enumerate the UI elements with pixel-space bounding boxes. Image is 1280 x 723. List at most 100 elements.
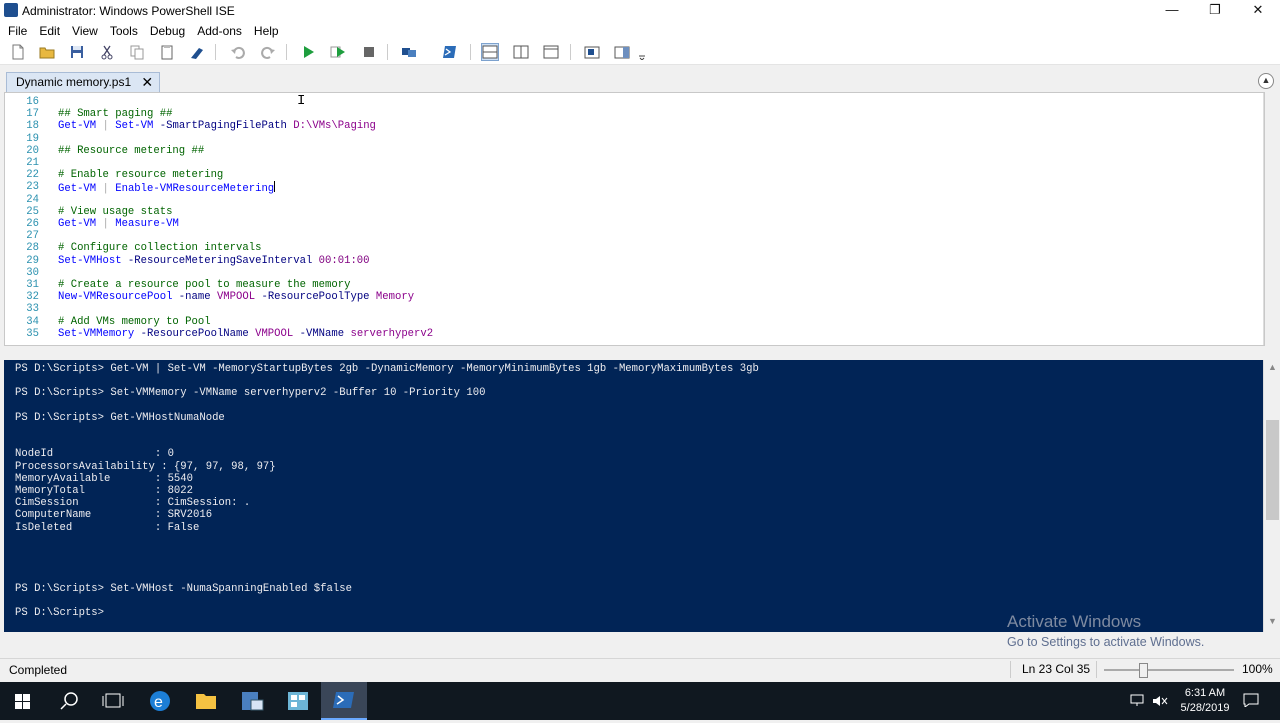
code-token: Enable-VMResourceMetering <box>115 183 275 196</box>
line-number: 16 <box>26 96 39 108</box>
edge-icon[interactable]: e <box>137 682 183 720</box>
window-title: Administrator: Windows PowerShell ISE <box>22 4 235 18</box>
toolbar-overflow-icon[interactable] <box>638 44 646 61</box>
taskbar: e 6:31 AM 5/28/2019 <box>0 682 1280 720</box>
search-icon[interactable] <box>46 682 92 720</box>
clear-console-icon[interactable] <box>189 44 205 60</box>
console-line: MemoryTotal : 8022 <box>15 485 194 497</box>
menu-edit[interactable]: Edit <box>33 22 66 38</box>
console-line: ComputerName : SRV2016 <box>15 509 213 522</box>
zoom-slider[interactable] <box>1104 663 1234 678</box>
activate-windows-subtitle: Go to Settings to activate Windows. <box>1007 635 1205 649</box>
volume-muted-icon[interactable] <box>1152 694 1168 708</box>
menu-tools[interactable]: Tools <box>104 22 144 38</box>
start-powershell-icon[interactable] <box>442 44 458 60</box>
new-remote-tab-icon[interactable] <box>401 44 417 60</box>
close-button[interactable]: ✕ <box>1236 0 1280 22</box>
console-scroll-up-icon[interactable]: ▲ <box>1268 362 1277 372</box>
redo-icon[interactable] <box>260 44 276 60</box>
code-text: # Enable resource metering <box>58 169 223 181</box>
menu-debug[interactable]: Debug <box>144 22 191 38</box>
code-text: Get-VM | Set-VM -SmartPagingFilePath D:\… <box>58 120 376 132</box>
menu-help[interactable]: Help <box>248 22 285 38</box>
code-text: ## Resource metering ## <box>58 145 204 157</box>
line-number: 24 <box>26 193 39 206</box>
console-line: NodeId : 0 <box>15 448 174 461</box>
cut-icon[interactable] <box>99 44 115 60</box>
menu-add-ons[interactable]: Add-ons <box>191 22 248 38</box>
show-command-window-icon[interactable] <box>584 44 600 60</box>
run-selection-icon[interactable] <box>330 44 346 60</box>
line-number: 35 <box>26 327 39 340</box>
line-number: 20 <box>26 144 39 157</box>
hyper-v-manager-icon[interactable] <box>275 682 321 720</box>
menu-file[interactable]: File <box>2 22 33 38</box>
run-script-icon[interactable] <box>300 44 316 60</box>
line-number: 28 <box>26 242 39 255</box>
show-script-right-icon[interactable] <box>513 44 529 60</box>
open-folder-icon[interactable] <box>39 44 55 60</box>
line-number: 31 <box>26 279 39 291</box>
show-command-addon-icon[interactable] <box>614 44 630 60</box>
console-scrollbar[interactable]: ▲ ▼ <box>1263 360 1280 632</box>
line-number: 17 <box>26 108 39 121</box>
console-scroll-thumb[interactable] <box>1266 420 1279 520</box>
network-icon[interactable] <box>1130 694 1144 706</box>
paste-icon[interactable] <box>159 44 175 60</box>
console-line: PS D:\Scripts> Get-VM | Set-VM -MemorySt… <box>15 363 759 375</box>
code-token: Set-VMMemory <box>58 327 135 340</box>
powershell-ise-icon[interactable] <box>321 682 367 720</box>
server-manager-icon[interactable] <box>229 682 275 720</box>
file-explorer-icon[interactable] <box>183 682 229 720</box>
script-editor[interactable]: 16 17 ## Smart paging ## 18 Get-VM | Set-VM … <box>4 92 1265 346</box>
line-number: 27 <box>26 230 39 243</box>
clock-date[interactable]: 5/28/2019 <box>1175 701 1235 716</box>
show-script-top-icon[interactable] <box>481 43 499 61</box>
line-number: 21 <box>26 157 39 169</box>
code-token: Get-VM <box>58 120 97 133</box>
code-token: 00:01:00 <box>318 254 370 267</box>
show-script-max-icon[interactable] <box>543 44 559 60</box>
code-token: -ResourceMeteringSaveInterval <box>121 254 319 267</box>
title-bar: Administrator: Windows PowerShell ISE — … <box>0 0 1280 22</box>
windows-start-icon[interactable] <box>0 682 46 720</box>
code-text: # Add VMs memory to Pool <box>58 316 211 328</box>
code-text: # Configure collection intervals <box>58 242 261 254</box>
console-scroll-down-icon[interactable]: ▼ <box>1268 616 1277 626</box>
save-icon[interactable] <box>69 44 85 60</box>
console-pane[interactable]: PS D:\Scripts> Get-VM | Set-VM -MemorySt… <box>4 360 1263 632</box>
stop-icon[interactable] <box>361 44 377 60</box>
code-text: New-VMResourcePool -name VMPOOL -Resourc… <box>58 291 414 303</box>
zoom-slider-thumb[interactable] <box>1139 663 1148 678</box>
code-text: # Create a resource pool to measure the … <box>58 279 350 291</box>
powershell-ise-icon <box>4 3 18 17</box>
line-number: 23 <box>26 181 39 194</box>
console-line: CimSession : CimSession: . <box>15 497 251 510</box>
code-token: | <box>96 120 116 133</box>
code-token: # Configure collection intervals <box>58 242 262 255</box>
tab-close-icon[interactable]: ✕ <box>141 73 153 92</box>
code-token: | <box>96 183 116 196</box>
editor-scrollbar[interactable]: ▲ ▼ <box>1263 93 1264 345</box>
copy-icon[interactable] <box>129 44 145 60</box>
undo-icon[interactable] <box>230 44 246 60</box>
minimize-button[interactable]: — <box>1150 0 1194 22</box>
console-line: ProcessorsAvailability : {97, 97, 98, 97… <box>15 460 276 473</box>
collapse-script-pane-icon[interactable]: ▲ <box>1258 73 1274 89</box>
notification-icon[interactable] <box>1243 693 1259 708</box>
line-number: 26 <box>26 218 39 230</box>
cursor-position: Ln 23 Col 35 <box>1022 662 1091 676</box>
console-line: MemoryAvailable : 5540 <box>15 472 194 485</box>
new-file-icon[interactable] <box>10 44 26 60</box>
line-number: 30 <box>26 266 39 279</box>
restore-button[interactable]: ❐ <box>1193 0 1237 22</box>
script-tab-strip: Dynamic memory.ps1 ✕ ▲ <box>0 70 1280 93</box>
code-token: New-VMResourcePool <box>58 291 173 304</box>
code-text: ## Smart paging ## <box>58 108 172 120</box>
line-number: 32 <box>26 291 39 304</box>
line-number: 22 <box>26 169 39 182</box>
tab-dynamic-memory[interactable]: Dynamic memory.ps1 ✕ <box>6 72 161 93</box>
task-view-icon[interactable] <box>90 682 136 720</box>
clock-time[interactable]: 6:31 AM <box>1175 686 1235 701</box>
menu-view[interactable]: View <box>66 22 104 38</box>
